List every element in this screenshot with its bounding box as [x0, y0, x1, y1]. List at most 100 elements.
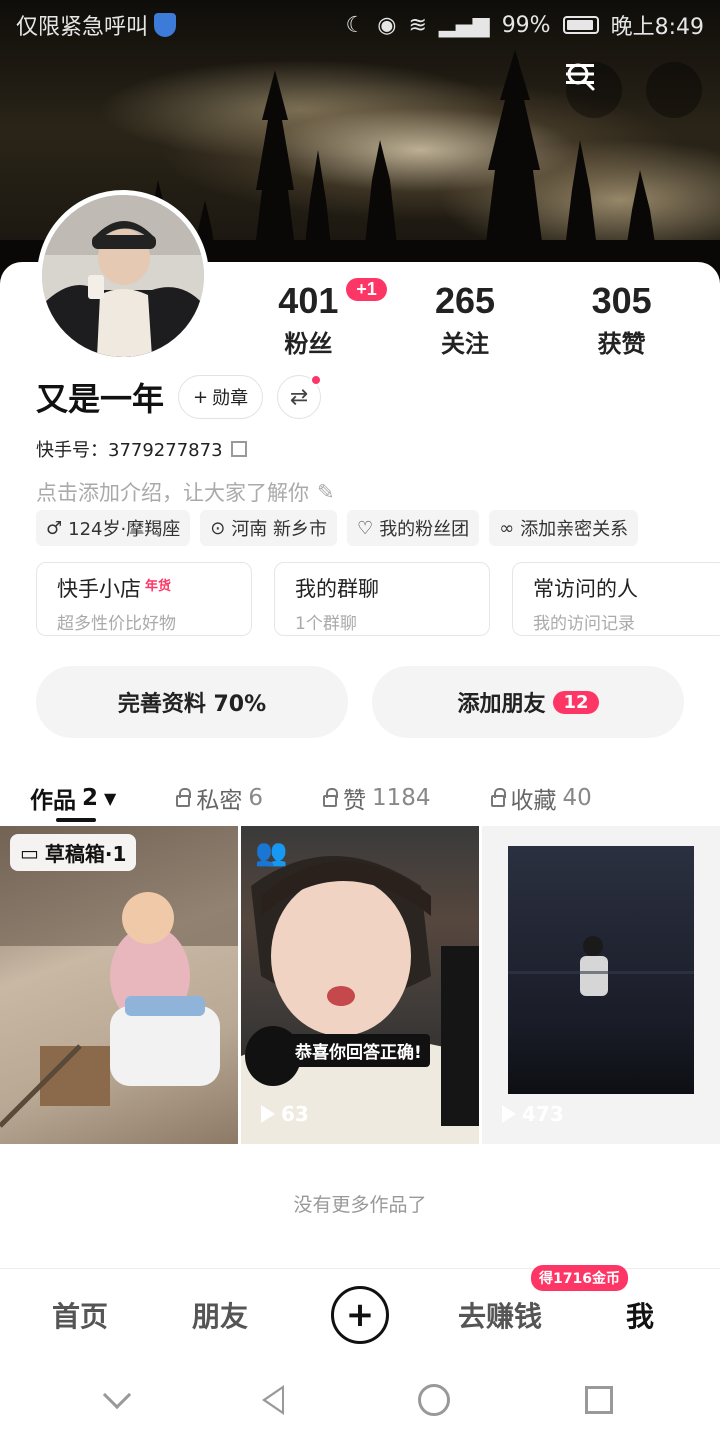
swap-icon: ⇄: [289, 384, 309, 410]
profile-stats: 401 +1 粉丝 265 关注 305 获赞: [230, 278, 700, 359]
lock-icon: [490, 788, 506, 807]
bio-row[interactable]: 点击添加介绍，让大家了解你 ✎: [36, 477, 335, 507]
add-friend-count-badge: 12: [553, 690, 599, 714]
stat-likes[interactable]: 305 获赞: [543, 280, 700, 359]
qr-code-icon[interactable]: [230, 441, 247, 457]
feature-title: 常访问的人: [533, 577, 638, 601]
video-tile-draft[interactable]: ▭ 草稿箱·1: [0, 826, 238, 1144]
home-icon[interactable]: [418, 1384, 451, 1416]
play-icon: [261, 1105, 275, 1123]
content-tabs: 作品 2 ▼ 私密 6 赞 1184 收藏 40: [0, 768, 720, 828]
following-label: 关注: [441, 330, 489, 358]
tab-label: 收藏: [510, 788, 557, 814]
tab-private[interactable]: 私密 6: [176, 781, 263, 815]
moon-icon: ☾: [345, 12, 366, 38]
profile-tags: ♂ 124岁·摩羯座 ⊙ 河南 新乡市 ♡ 我的粉丝团 ∞ 添加亲密关系: [36, 510, 639, 546]
tag-fan-club[interactable]: ♡ 我的粉丝团: [347, 510, 480, 546]
nav-earn[interactable]: 去赚钱 得1716金币: [445, 1264, 628, 1335]
nav-me[interactable]: 我: [585, 1295, 695, 1335]
play-count-value: 473: [522, 1102, 564, 1126]
nav-friends[interactable]: 朋友: [165, 1295, 275, 1335]
video-caption: 恭喜你回答正确!: [287, 1034, 430, 1067]
fans-count: 401: [278, 280, 339, 321]
stat-following[interactable]: 265 关注: [387, 280, 544, 359]
following-count: 265: [434, 280, 496, 321]
tag-label: 河南 新乡市: [231, 519, 328, 540]
menu-icon: [566, 64, 594, 84]
fan-club-icon: ♡: [357, 517, 374, 539]
eye-icon: ◉: [377, 12, 397, 38]
tag-intimate[interactable]: ∞ 添加亲密关系: [489, 510, 639, 546]
caret-down-icon: ▼: [104, 788, 117, 808]
user-name[interactable]: 又是一年: [36, 374, 164, 420]
tag-label: 我的粉丝团: [379, 519, 470, 540]
add-friend-button[interactable]: 添加朋友 12: [372, 666, 684, 738]
chevron-down-icon[interactable]: [103, 1380, 132, 1410]
tag-label: 添加亲密关系: [520, 519, 629, 540]
wifi-icon: ≋: [408, 12, 427, 38]
plus-icon: +: [331, 1285, 389, 1344]
feature-title: 我的群聊: [295, 577, 379, 601]
medal-button[interactable]: + 勋章: [178, 375, 264, 419]
lock-icon: [176, 788, 192, 807]
play-count: 63: [261, 1102, 309, 1126]
location-icon: ⊙: [210, 517, 226, 539]
avatar-image: [42, 195, 204, 357]
switch-account-button[interactable]: ⇄: [277, 374, 323, 419]
no-more-works-text: 没有更多作品了: [293, 1194, 427, 1216]
shield-icon: [154, 13, 177, 37]
complete-profile-button[interactable]: 完善资料 70%: [36, 666, 348, 738]
draft-thumbnail: [0, 826, 238, 1128]
nav-create[interactable]: +: [305, 1285, 415, 1344]
feature-title: 快手小店: [57, 577, 141, 601]
play-count: 473: [502, 1102, 564, 1126]
menu-button[interactable]: [566, 62, 702, 118]
back-icon[interactable]: [261, 1385, 284, 1415]
group-icon: 👥: [255, 838, 288, 868]
complete-profile-label: 完善资料 70%: [117, 692, 267, 717]
bio-placeholder: 点击添加介绍，让大家了解你: [36, 481, 309, 505]
recent-apps-icon[interactable]: [584, 1386, 613, 1414]
night-photo: [508, 846, 694, 1094]
fans-label: 粉丝: [284, 330, 333, 358]
bottom-navigation: 首页 朋友 + 去赚钱 得1716金币 我: [0, 1264, 720, 1360]
tab-liked[interactable]: 赞 1184: [322, 781, 431, 815]
tab-label: 私密: [196, 788, 243, 814]
system-navigation: [0, 1360, 720, 1440]
active-tab-indicator: [56, 818, 96, 822]
draft-box-label: ▭ 草稿箱·1: [10, 834, 137, 871]
coin-badge: 得1716金币: [531, 1264, 628, 1291]
plus-icon: +: [193, 386, 209, 408]
tab-works[interactable]: 作品 2 ▼: [30, 781, 116, 815]
new-fans-badge: +1: [346, 278, 387, 301]
video-tile-2[interactable]: 👥 恭喜你回答正确! 63: [241, 826, 479, 1144]
feature-subtitle: 超多性价比好物: [57, 614, 176, 634]
medal-label: 勋章: [212, 388, 249, 409]
status-bar: 仅限紧急呼叫 ☾ ◉ ≋ ▂▄▆ 99% 晚上8:49: [0, 0, 720, 50]
tab-count: 40: [562, 785, 592, 811]
tag-label: 124岁·摩羯座: [68, 519, 181, 540]
tab-label: 赞: [342, 788, 366, 814]
play-icon: [502, 1105, 516, 1123]
feature-shop[interactable]: 快手小店 年货 超多性价比好物: [36, 562, 252, 636]
battery-icon: [562, 16, 599, 34]
feature-visitors[interactable]: 常访问的人 我的访问记录: [512, 562, 720, 636]
avatar[interactable]: [37, 190, 209, 362]
notification-dot: [310, 374, 323, 386]
feature-cards: 快手小店 年货 超多性价比好物 我的群聊 1个群聊 常访问的人 我的访问记录: [36, 562, 720, 636]
video-tile-3[interactable]: 473: [482, 826, 720, 1144]
edit-icon: ✎: [317, 480, 335, 504]
add-friend-label: 添加朋友: [457, 692, 546, 717]
draft-text: 草稿箱·1: [44, 842, 127, 866]
tag-age[interactable]: ♂ 124岁·摩羯座: [36, 510, 191, 546]
kwai-id-row[interactable]: 快手号：3779277873: [36, 436, 247, 462]
tag-location[interactable]: ⊙ 河南 新乡市: [200, 510, 338, 546]
intimate-icon: ∞: [499, 517, 515, 539]
tab-favorites[interactable]: 收藏 40: [490, 781, 592, 815]
battery-percent: 99%: [501, 12, 551, 38]
tab-count: 1184: [371, 785, 431, 811]
feature-group-chat[interactable]: 我的群聊 1个群聊: [274, 562, 490, 636]
nav-home[interactable]: 首页: [25, 1295, 135, 1335]
stat-fans[interactable]: 401 +1 粉丝: [230, 278, 387, 359]
likes-label: 获赞: [597, 330, 646, 358]
